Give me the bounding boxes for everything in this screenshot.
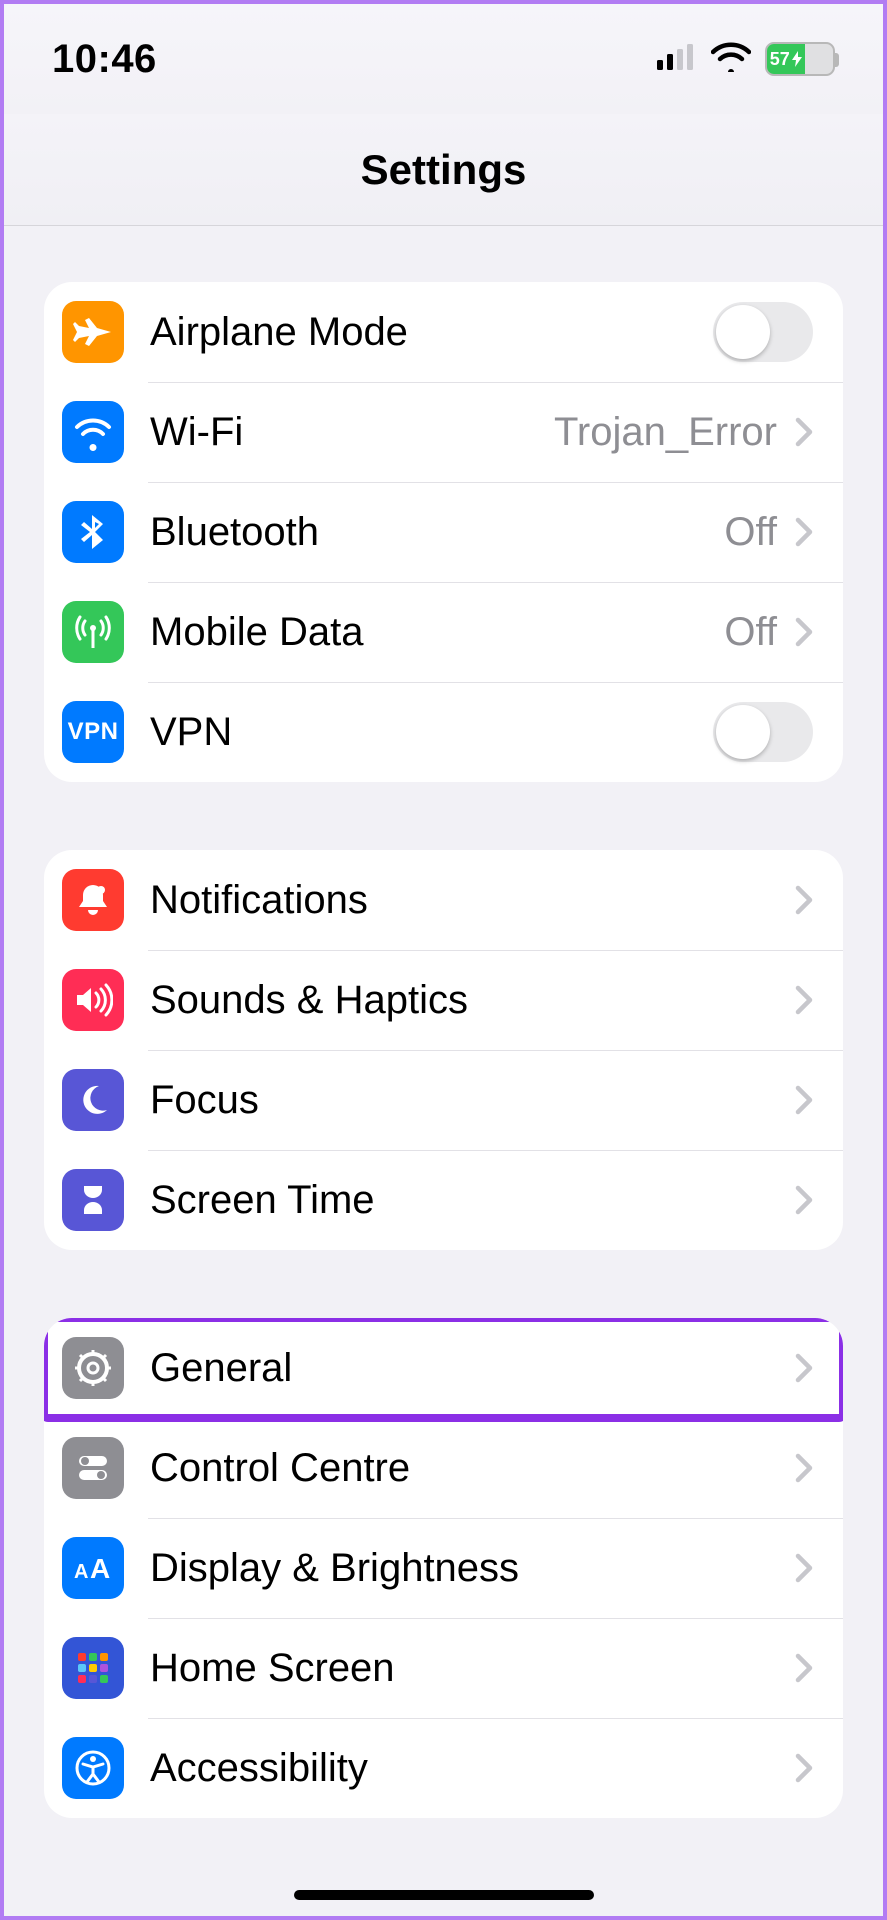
row-focus[interactable]: Focus <box>44 1050 843 1150</box>
row-label: Focus <box>150 1078 795 1123</box>
settings-group-general: General Control Centre AA Display & Brig… <box>44 1318 843 1818</box>
chevron-right-icon <box>795 1653 813 1683</box>
speaker-icon <box>62 969 124 1031</box>
chevron-right-icon <box>795 417 813 447</box>
chevron-right-icon <box>795 617 813 647</box>
row-airplane-mode[interactable]: Airplane Mode <box>44 282 843 382</box>
chevron-right-icon <box>795 1185 813 1215</box>
chevron-right-icon <box>795 1453 813 1483</box>
text-size-icon: AA <box>62 1537 124 1599</box>
row-screen-time[interactable]: Screen Time <box>44 1150 843 1250</box>
mobile-data-value: Off <box>724 610 777 655</box>
chevron-right-icon <box>795 1553 813 1583</box>
cellular-signal-icon <box>657 44 697 75</box>
row-label: Airplane Mode <box>150 310 713 355</box>
antenna-icon <box>62 601 124 663</box>
settings-group-connectivity: Airplane Mode Wi-Fi Trojan_Error <box>44 282 843 782</box>
row-label: Notifications <box>150 878 795 923</box>
row-label: Bluetooth <box>150 510 724 555</box>
row-wifi[interactable]: Wi-Fi Trojan_Error <box>44 382 843 482</box>
chevron-right-icon <box>795 885 813 915</box>
toggles-icon <box>62 1437 124 1499</box>
row-home-screen[interactable]: Home Screen <box>44 1618 843 1718</box>
chevron-right-icon <box>795 1753 813 1783</box>
page-title: Settings <box>361 146 527 194</box>
status-bar: 10:46 57 <box>4 4 883 114</box>
row-accessibility[interactable]: Accessibility <box>44 1718 843 1818</box>
gear-icon <box>62 1337 124 1399</box>
vpn-toggle[interactable] <box>713 702 813 762</box>
apps-grid-icon <box>62 1637 124 1699</box>
row-label: Wi-Fi <box>150 410 554 455</box>
settings-group-notifications: Notifications Sounds & Haptics <box>44 850 843 1250</box>
row-vpn[interactable]: VPN VPN <box>44 682 843 782</box>
bell-icon <box>62 869 124 931</box>
row-label: Sounds & Haptics <box>150 978 795 1023</box>
row-label: VPN <box>150 710 713 755</box>
bluetooth-icon <box>62 501 124 563</box>
hourglass-icon <box>62 1169 124 1231</box>
row-label: Screen Time <box>150 1178 795 1223</box>
accessibility-icon <box>62 1737 124 1799</box>
chevron-right-icon <box>795 1085 813 1115</box>
row-label: General <box>150 1346 795 1391</box>
status-indicators: 57 <box>657 42 835 77</box>
row-label: Mobile Data <box>150 610 724 655</box>
chevron-right-icon <box>795 517 813 547</box>
airplane-icon <box>62 301 124 363</box>
home-indicator[interactable] <box>294 1890 594 1900</box>
battery-indicator: 57 <box>765 42 835 76</box>
row-label: Control Centre <box>150 1446 795 1491</box>
row-control-centre[interactable]: Control Centre <box>44 1418 843 1518</box>
status-time: 10:46 <box>52 37 157 82</box>
battery-percentage: 57 <box>770 49 790 70</box>
row-notifications[interactable]: Notifications <box>44 850 843 950</box>
settings-scroll[interactable]: Airplane Mode Wi-Fi Trojan_Error <box>4 226 883 1916</box>
wifi-value: Trojan_Error <box>554 410 777 455</box>
row-display[interactable]: AA Display & Brightness <box>44 1518 843 1618</box>
wifi-icon <box>711 42 751 77</box>
row-label: Display & Brightness <box>150 1546 795 1591</box>
svg-text:A: A <box>90 1553 110 1584</box>
battery-fill: 57 <box>767 44 805 74</box>
bluetooth-value: Off <box>724 510 777 555</box>
airplane-toggle[interactable] <box>713 302 813 362</box>
row-label: Accessibility <box>150 1746 795 1791</box>
phone-frame: 10:46 57 <box>0 0 887 1920</box>
chevron-right-icon <box>795 985 813 1015</box>
wifi-settings-icon <box>62 401 124 463</box>
moon-icon <box>62 1069 124 1131</box>
row-sounds[interactable]: Sounds & Haptics <box>44 950 843 1050</box>
row-bluetooth[interactable]: Bluetooth Off <box>44 482 843 582</box>
svg-text:A: A <box>74 1561 88 1583</box>
row-general[interactable]: General <box>44 1318 843 1418</box>
row-label: Home Screen <box>150 1646 795 1691</box>
chevron-right-icon <box>795 1353 813 1383</box>
vpn-icon: VPN <box>62 701 124 763</box>
navigation-bar: Settings <box>4 114 883 226</box>
row-mobile-data[interactable]: Mobile Data Off <box>44 582 843 682</box>
